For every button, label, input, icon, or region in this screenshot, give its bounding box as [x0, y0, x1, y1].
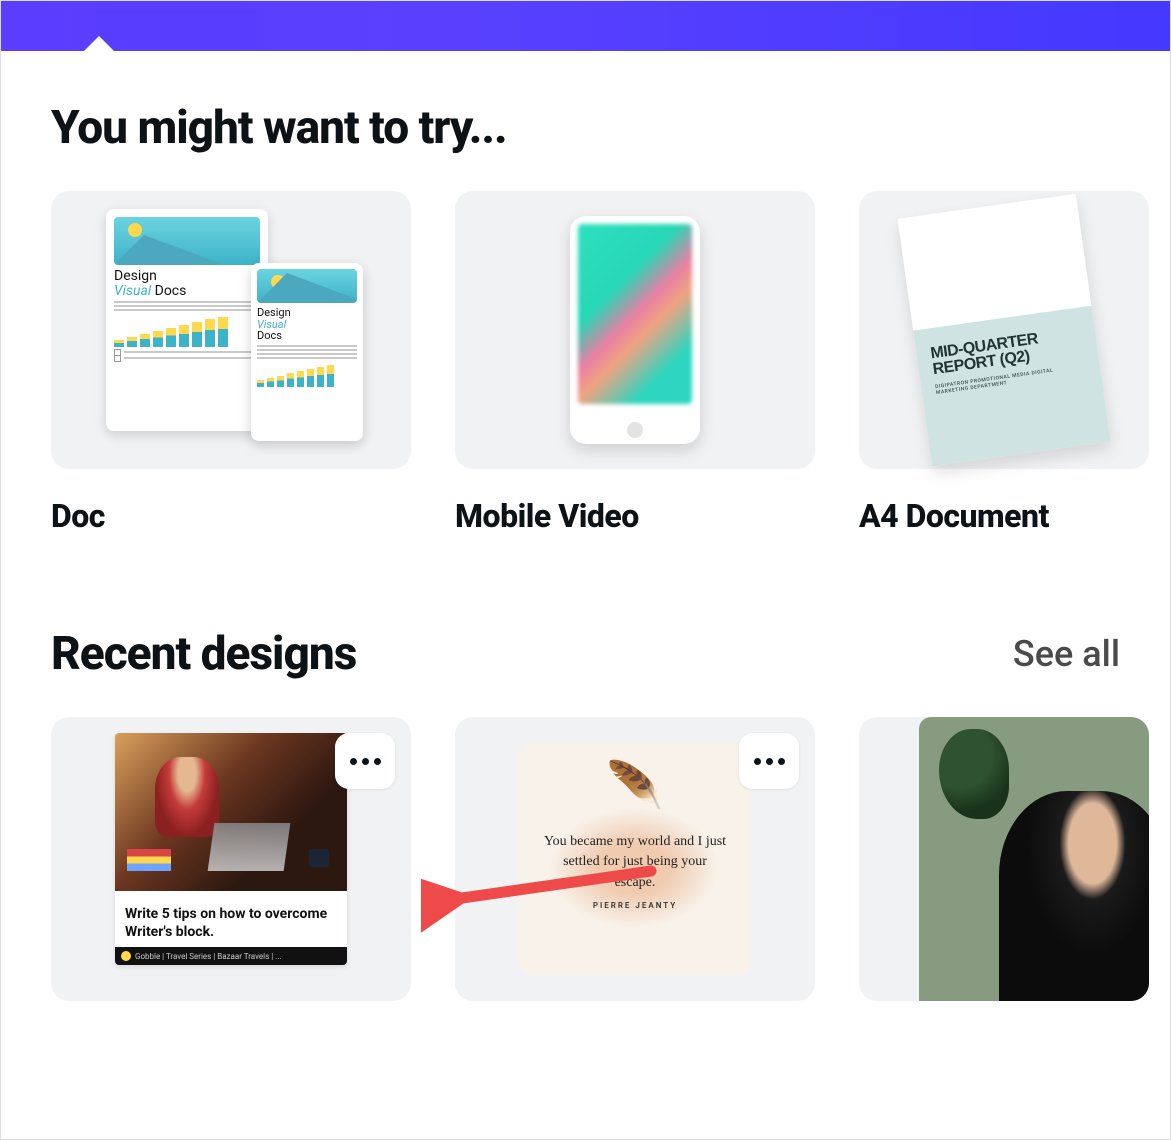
- recent-thumb-2: 🪶 You became my world and I just settled…: [455, 717, 815, 1001]
- recent-section-title: Recent designs: [51, 627, 356, 681]
- template-label-a4: A4 Document: [859, 497, 1149, 535]
- recent-thumb-3: [859, 717, 1149, 1001]
- a4-thumbnail: MID-QUARTER REPORT (Q2) DIGIPATRON PROMO…: [859, 191, 1149, 469]
- template-label-doc: Doc: [51, 497, 411, 535]
- template-card-mobile-video[interactable]: Mobile Video: [455, 191, 815, 535]
- recent-card-3[interactable]: [859, 717, 1149, 1001]
- feather-icon: 🪶: [606, 759, 663, 813]
- recent-1-text: Write 5 tips on how to overcome Writer's…: [115, 891, 347, 947]
- doc-thumbnail: Design Visual Docs Design VisualDocs: [51, 191, 411, 469]
- more-options-button[interactable]: [739, 733, 799, 789]
- dots-icon: [350, 758, 357, 765]
- phone-icon: [570, 216, 700, 444]
- banner-caret-icon: [83, 36, 115, 52]
- template-card-a4-document[interactable]: MID-QUARTER REPORT (Q2) DIGIPATRON PROMO…: [859, 191, 1149, 535]
- see-all-link[interactable]: See all: [1013, 633, 1120, 675]
- try-section-title: You might want to try...: [51, 101, 1120, 155]
- dots-icon: [754, 758, 761, 765]
- recent-2-author: PIERRE JEANTY: [593, 901, 677, 910]
- mobile-video-thumbnail: [455, 191, 815, 469]
- main-content: You might want to try... Design Visual D…: [1, 51, 1170, 1001]
- template-card-row: Design Visual Docs Design VisualDocs: [51, 191, 1120, 535]
- recent-card-row: Write 5 tips on how to overcome Writer's…: [51, 717, 1120, 1001]
- more-options-button[interactable]: [335, 733, 395, 789]
- template-label-mobile-video: Mobile Video: [455, 497, 815, 535]
- recent-thumb-1: Write 5 tips on how to overcome Writer's…: [51, 717, 411, 1001]
- template-card-doc[interactable]: Design Visual Docs Design VisualDocs: [51, 191, 411, 535]
- recent-2-quote: You became my world and I just settled f…: [519, 832, 751, 893]
- recent-card-1[interactable]: Write 5 tips on how to overcome Writer's…: [51, 717, 411, 1001]
- recent-card-2[interactable]: 🪶 You became my world and I just settled…: [455, 717, 815, 1001]
- top-banner: [1, 1, 1170, 51]
